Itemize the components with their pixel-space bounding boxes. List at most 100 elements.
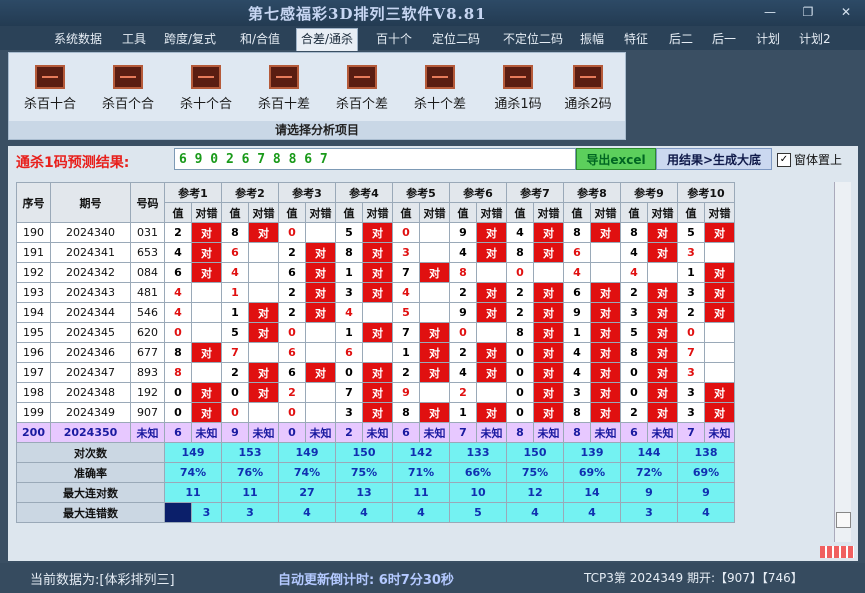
number-cell: 084 [130,262,165,283]
generate-base-button[interactable]: 用结果>生成大底 [656,148,772,170]
issue-cell: 2024349 [50,402,131,423]
stats-value: 142 [392,442,450,463]
correct-mark: 对 [476,242,507,263]
stats-value: 153 [221,442,279,463]
stats-value: 150 [506,442,564,463]
prediction-output-field[interactable]: 6 9 0 2 6 7 8 8 6 7 [174,148,576,170]
ribbon-item-0[interactable]: 杀百十合 [17,65,83,112]
table-row[interactable]: 198 2024348 192 0 对 0 对 2 7 对 9 2 0 对 3 对 0 对 3 对 [16,382,735,403]
stats-value: 3 [620,502,678,523]
maximize-icon[interactable]: ❐ [798,3,818,21]
menu-item-5[interactable]: 百十个 [372,29,416,49]
value-cell: 1 [392,342,420,363]
ribbon-item-5[interactable]: 杀十个差 [407,65,473,112]
correct-mark: 对 [647,282,678,303]
table-row[interactable]: 199 2024349 907 0 对 0 0 3 对 8 对 1 对 0 对 8 对 2 对 3 对 [16,402,735,423]
value-cell: 8 [620,342,648,363]
menu-item-0[interactable]: 系统数据 [50,29,106,49]
table-row[interactable]: 194 2024344 546 4 1 对 2 对 4 5 9 对 2 对 9 对 3 对 2 对 [16,302,735,323]
menu-item-13[interactable]: 计划2 [795,29,835,49]
stats-value: 4 [506,502,564,523]
topmost-checkbox[interactable]: ✓ [777,153,791,167]
value-cell: 4 [164,282,192,303]
menu-item-7[interactable]: 不定位二码 [499,29,567,49]
correct-mark: 对 [590,342,621,363]
value-cell: 3 [563,382,591,403]
value-cell: 0 [449,322,477,343]
result-subheader: 对错 [590,202,621,223]
menu-item-11[interactable]: 后一 [708,29,740,49]
ribbon-item-label: 杀百十合 [23,97,76,112]
latest-draw-text: TCP3第 2024349 期开:【907】【746】 [584,571,803,585]
table-row[interactable]: 191 2024341 653 4 对 6 2 对 8 对 3 4 对 8 对 6 4 对 3 [16,242,735,263]
value-cell: 7 [392,322,420,343]
stats-value: 4 [677,502,735,523]
minimize-icon[interactable]: — [760,3,780,21]
correct-mark: 对 [533,382,564,403]
scrollbar-thumb[interactable] [836,512,851,528]
value-cell: 4 [620,262,648,283]
issue-cell: 2024341 [50,242,131,263]
table-row[interactable]: 197 2024347 893 8 2 对 6 对 0 对 2 对 4 对 0 对 4 对 0 对 3 [16,362,735,383]
result-subheader: 对错 [533,202,564,223]
menu-item-4[interactable]: 合差/通杀 [296,28,359,51]
value-cell: 6 [278,362,306,383]
value-cell: 0 [506,262,534,283]
correct-mark: 对 [533,402,564,423]
menu-item-3[interactable]: 和/合值 [236,29,284,49]
ribbon-item-4[interactable]: 杀百个差 [329,65,395,112]
table-row[interactable]: 192 2024342 084 6 对 4 6 对 1 对 7 对 8 0 4 4 1 对 [16,262,735,283]
table-row[interactable]: 193 2024343 481 4 1 2 对 3 对 4 2 对 2 对 6 对 2 对 3 对 [16,282,735,303]
number-cell: 677 [130,342,165,363]
correct-mark: 对 [362,262,393,283]
value-cell: 8 [392,402,420,423]
stats-value: 9 [677,482,735,503]
value-cell: 1 [221,282,249,303]
ribbon-item-6[interactable]: 通杀1码 [485,65,551,112]
menu-item-8[interactable]: 振幅 [576,29,608,49]
pending-row[interactable]: 200 2024350 未知 6 未知 9 未知 0 未知 2 未知 6 未知 7 未知 8 未知 8 未知 6 未知 7… [16,422,735,443]
menu-item-2[interactable]: 跨度/复式 [160,29,220,49]
table-row[interactable]: 190 2024340 031 2 对 8 对 0 5 对 0 9 对 4 对 8 对 8 对 5 对 [16,222,735,243]
value-cell: 8 [164,342,192,363]
menu-item-12[interactable]: 计划 [752,29,784,49]
table-row[interactable]: 196 2024346 677 8 对 7 6 6 1 对 2 对 0 对 4 对 8 对 7 [16,342,735,363]
correct-mark: 对 [533,222,564,243]
value-cell: 6 [620,422,648,443]
empty-mark [362,342,393,363]
value-cell: 5 [221,322,249,343]
stats-row: 准确率 74% 76% 74% 75% 71% 66% 75% 69% 72% 69% [16,462,735,483]
menu-item-10[interactable]: 后二 [665,29,697,49]
stats-value: 3 [221,502,279,523]
number-cell: 031 [130,222,165,243]
ribbon-item-3[interactable]: 杀百十差 [251,65,317,112]
chart-icon [191,65,221,89]
correct-mark: 对 [476,402,507,423]
ribbon-item-1[interactable]: 杀百个合 [95,65,161,112]
stats-value: 11 [164,482,222,503]
ribbon-item-2[interactable]: 杀十个合 [173,65,239,112]
export-excel-button[interactable]: 导出excel [576,148,656,170]
table-row[interactable]: 195 2024345 620 0 5 对 0 1 对 7 对 0 8 对 1 对 5 对 0 [16,322,735,343]
ribbon-item-7[interactable]: 通杀2码 [555,65,621,112]
value-cell: 2 [335,422,363,443]
value-cell: 2 [506,302,534,323]
stats-value: 14 [563,482,621,503]
ribbon-item-label: 通杀1码 [494,97,542,112]
correct-mark: 对 [533,322,564,343]
close-icon[interactable]: ✕ [836,3,856,21]
empty-mark [362,302,393,323]
chart-icon [35,65,65,89]
empty-mark [248,342,279,363]
correct-mark: 对 [191,242,222,263]
menu-item-9[interactable]: 特征 [620,29,652,49]
value-cell: 4 [335,302,363,323]
value-cell: 0 [164,382,192,403]
selected-cell[interactable] [164,502,192,523]
menu-item-1[interactable]: 工具 [118,29,150,49]
menu-item-6[interactable]: 定位二码 [428,29,484,49]
vertical-scrollbar[interactable] [834,182,851,542]
seq-cell: 197 [16,362,51,383]
result-panel: 通杀1码预测结果: 6 9 0 2 6 7 8 8 6 7 导出excel 用结… [8,146,858,561]
value-cell: 0 [221,382,249,403]
